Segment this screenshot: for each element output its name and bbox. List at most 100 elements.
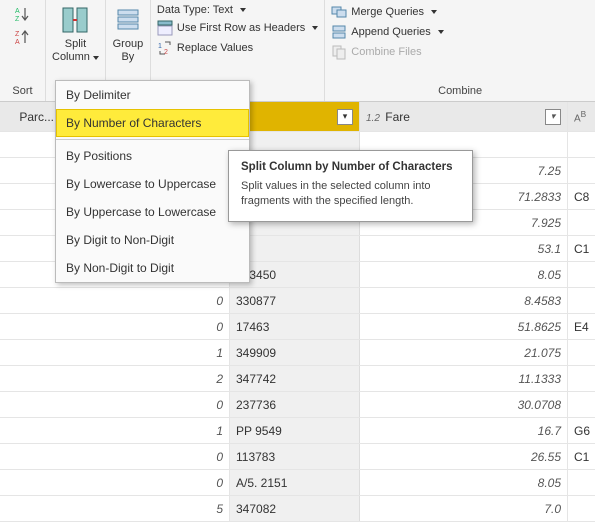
svg-text:2: 2 [164, 49, 168, 56]
cell-parc [0, 184, 60, 209]
cell-parc [0, 470, 60, 495]
cell-parc [0, 210, 60, 235]
sort-asc-icon[interactable]: AZ [15, 6, 31, 25]
svg-text:Z: Z [15, 16, 20, 22]
cell-ticket: PP 9549 [230, 418, 360, 443]
cell-parc [0, 262, 60, 287]
cell-parc [0, 444, 60, 469]
table-row[interactable]: 234774211.1333 [0, 366, 595, 392]
col-fare-header[interactable]: 1.2 Fare ▾ [360, 102, 568, 131]
cell-last [568, 158, 590, 183]
cell-parc [0, 288, 60, 313]
cell-last [568, 340, 590, 365]
sort-desc-icon[interactable]: ZA [15, 29, 31, 48]
split-column-button[interactable]: SplitColumn [52, 4, 99, 64]
table-row[interactable]: 023773630.0708 [0, 392, 595, 418]
replace-values-button[interactable]: 12 Replace Values [157, 40, 318, 56]
split-column-label: SplitColumn [52, 38, 90, 63]
cell-ticket: 347082 [230, 496, 360, 521]
cell-parcnum: 2 [60, 366, 230, 391]
tooltip-body: Split values in the selected column into… [241, 179, 460, 209]
table-row[interactable]: 03308778.4583 [0, 288, 595, 314]
cell-last: C8 [568, 184, 590, 209]
cell-fare: 8.05 [360, 262, 568, 287]
cell-parcnum: 5 [60, 496, 230, 521]
merge-queries-button[interactable]: Merge Queries [331, 4, 589, 20]
menu-item-by-digit-to-non-digit[interactable]: By Digit to Non-Digit [56, 226, 249, 254]
menu-item-by-lowercase-to-uppercase[interactable]: By Lowercase to Uppercase [56, 170, 249, 198]
cell-last [568, 132, 590, 157]
cell-parc [0, 366, 60, 391]
cell-fare: 8.4583 [360, 288, 568, 313]
cell-parc [0, 496, 60, 521]
cell-parc [0, 418, 60, 443]
combine-files-button[interactable]: Combine Files [331, 44, 589, 60]
cell-ticket: A/5. 2151 [230, 470, 360, 495]
cell-last: E4 [568, 314, 590, 339]
append-queries-button[interactable]: Append Queries [331, 24, 589, 40]
filter-dropdown-icon[interactable]: ▾ [545, 109, 561, 125]
menu-item-by-number-of-characters[interactable]: By Number of Characters [56, 109, 249, 137]
data-type-button[interactable]: Data Type: Text [157, 4, 318, 16]
cell-parcnum: 0 [60, 288, 230, 313]
menu-item-by-uppercase-to-lowercase[interactable]: By Uppercase to Lowercase [56, 198, 249, 226]
cell-fare: 8.05 [360, 470, 568, 495]
chevron-down-icon [431, 10, 437, 14]
cell-parcnum: 1 [60, 340, 230, 365]
cell-parcnum: 1 [60, 418, 230, 443]
cell-fare: 51.8625 [360, 314, 568, 339]
append-queries-label: Append Queries [351, 26, 431, 38]
sort-group: AZ ZA Sort [0, 0, 46, 101]
cell-fare: 11.1333 [360, 366, 568, 391]
cell-fare: 16.7 [360, 418, 568, 443]
split-column-menu: By DelimiterBy Number of Characters By Po… [55, 80, 250, 283]
chevron-down-icon [312, 26, 318, 30]
menu-item-by-non-digit-to-digit[interactable]: By Non-Digit to Digit [56, 254, 249, 282]
cell-fare: 21.075 [360, 340, 568, 365]
group-by-label: GroupBy [113, 38, 144, 63]
cell-ticket: 347742 [230, 366, 360, 391]
chevron-down-icon [93, 56, 99, 60]
tooltip: Split Column by Number of Characters Spl… [228, 150, 473, 222]
menu-item-by-positions[interactable]: By Positions [56, 142, 249, 170]
cell-ticket: 330877 [230, 288, 360, 313]
cell-fare: 53.1 [360, 236, 568, 261]
cell-ticket: 113783 [230, 444, 360, 469]
sort-group-label: Sort [4, 85, 41, 99]
data-type-label: Data Type: Text [157, 4, 233, 16]
cell-parc [0, 132, 60, 157]
cell-last [568, 496, 590, 521]
combine-group: Merge Queries Append Queries Combine Fil… [325, 0, 595, 101]
chevron-down-icon [438, 30, 444, 34]
table-row[interactable]: 134990921.075 [0, 340, 595, 366]
first-row-headers-button[interactable]: Use First Row as Headers [157, 20, 318, 36]
table-row[interactable]: 01746351.8625E4 [0, 314, 595, 340]
cell-last [568, 470, 590, 495]
svg-text:A: A [15, 8, 20, 15]
group-by-button[interactable]: GroupBy [112, 4, 144, 64]
first-row-headers-label: Use First Row as Headers [177, 22, 305, 34]
combine-group-label: Combine [331, 85, 589, 99]
cell-fare: 26.55 [360, 444, 568, 469]
svg-text:A: A [15, 39, 20, 45]
table-row[interactable]: 1PP 954916.7G6 [0, 418, 595, 444]
col-parc-header[interactable]: Parc... [0, 102, 60, 131]
tooltip-title: Split Column by Number of Characters [241, 161, 460, 173]
svg-text:Z: Z [15, 31, 20, 38]
table-row[interactable]: 53470827.0 [0, 496, 595, 522]
col-last-header[interactable]: AB [568, 102, 590, 131]
cell-ticket: 349909 [230, 340, 360, 365]
table-row[interactable]: 0A/5. 21518.05 [0, 470, 595, 496]
replace-values-label: Replace Values [177, 42, 253, 54]
cell-last: C1 [568, 444, 590, 469]
chevron-down-icon [240, 8, 246, 12]
cell-ticket: 17463 [230, 314, 360, 339]
filter-dropdown-icon[interactable]: ▾ [337, 109, 353, 125]
cell-last [568, 210, 590, 235]
table-row[interactable]: 011378326.55C1 [0, 444, 595, 470]
cell-last: G6 [568, 418, 590, 443]
menu-item-by-delimiter[interactable]: By Delimiter [56, 81, 249, 109]
cell-last [568, 366, 590, 391]
cell-fare: 30.0708 [360, 392, 568, 417]
cell-parcnum: 0 [60, 470, 230, 495]
